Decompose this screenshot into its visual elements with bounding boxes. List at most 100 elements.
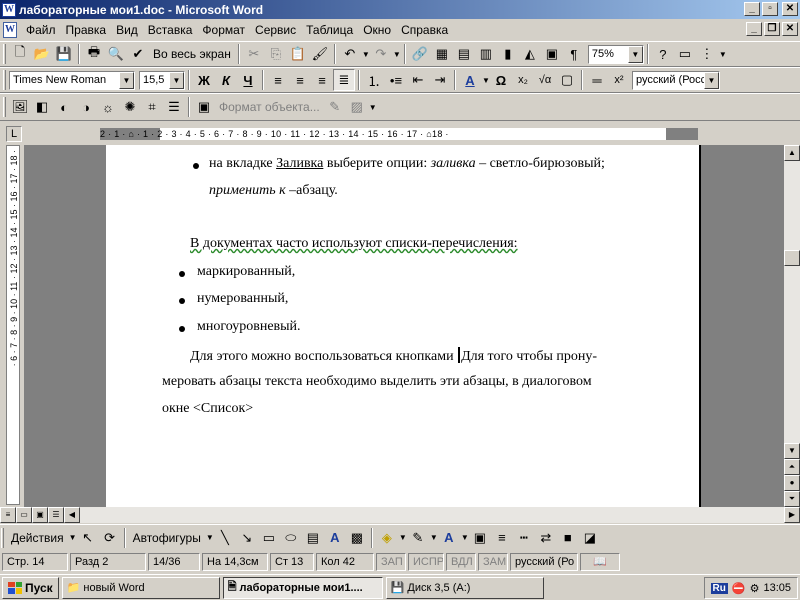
fullscreen-button[interactable]: Во весь экран bbox=[149, 47, 235, 61]
superscript-icon[interactable]: x² bbox=[608, 69, 630, 91]
actions-menu[interactable]: Действия bbox=[7, 531, 68, 545]
save-icon[interactable]: 💾 bbox=[53, 43, 75, 65]
doc-minimize-button[interactable]: _ bbox=[746, 22, 762, 36]
insert-table-icon[interactable]: ▤ bbox=[453, 43, 475, 65]
normal-view-button[interactable]: ≡ bbox=[0, 507, 16, 523]
menu-help[interactable]: Справка bbox=[396, 23, 453, 37]
line-icon[interactable]: ╲ bbox=[214, 527, 236, 549]
open-folder-icon[interactable]: 📂 bbox=[31, 43, 53, 65]
line-style-icon[interactable]: ≡ bbox=[491, 527, 513, 549]
outline-view-button[interactable]: ☰ bbox=[48, 507, 64, 523]
align-left-icon[interactable]: ≡ bbox=[267, 69, 289, 91]
print-icon[interactable]: 🖶 bbox=[83, 43, 105, 65]
tab-selector[interactable]: L bbox=[6, 126, 22, 142]
underline-button[interactable]: Ч bbox=[237, 69, 259, 91]
vertical-scrollbar[interactable]: ▲ ▼ ⏶ ● ⏷ bbox=[784, 145, 800, 507]
close-button[interactable]: ✕ bbox=[782, 2, 798, 16]
menu-file[interactable]: Файл bbox=[21, 23, 61, 37]
copy-icon[interactable]: ⎘ bbox=[265, 43, 287, 65]
autoshapes-menu[interactable]: Автофигуры bbox=[129, 531, 205, 545]
subscript-icon[interactable]: x₂ bbox=[512, 69, 534, 91]
shadow-icon[interactable]: ▣ bbox=[469, 527, 491, 549]
horizontal-line-icon[interactable]: ═ bbox=[586, 69, 608, 91]
zoom-select[interactable]: 75% ▼ bbox=[587, 44, 644, 64]
task-lab-document[interactable]: 🗎 лабораторные мои1.... bbox=[222, 576, 383, 599]
document-page[interactable]: на вкладке Заливка выберите опции: залив… bbox=[106, 145, 701, 507]
wordart-icon[interactable]: A bbox=[324, 527, 346, 549]
status-language[interactable]: русский (Ро bbox=[510, 552, 578, 571]
spelling-icon[interactable]: ✔ bbox=[127, 43, 149, 65]
arrow-style-icon[interactable]: ⇄ bbox=[535, 527, 557, 549]
bullets-icon[interactable]: •≡ bbox=[385, 69, 407, 91]
line-style-icon[interactable]: ☰ bbox=[163, 96, 185, 118]
drawing-icon[interactable]: ◭ bbox=[519, 43, 541, 65]
start-button[interactable]: Пуск bbox=[2, 576, 59, 599]
document-map-icon[interactable]: ▣ bbox=[541, 43, 563, 65]
font-name-select[interactable]: Times New Roman ▼ bbox=[9, 70, 135, 90]
horizontal-ruler[interactable]: 2 · 1 · ⌂ · 1 · 2 · 3 · 4 · 5 · 6 · 7 · … bbox=[100, 128, 698, 140]
scroll-up-button[interactable]: ▲ bbox=[784, 145, 800, 161]
shadow-style-icon[interactable]: ■ bbox=[557, 527, 579, 549]
line-color-icon[interactable]: ✎ bbox=[407, 527, 429, 549]
next-page-button[interactable]: ⏷ bbox=[784, 491, 800, 507]
insert-picture-icon[interactable]: 🖼 bbox=[9, 96, 31, 118]
tray-app-icon[interactable]: ⚙ bbox=[750, 582, 760, 595]
doc-restore-button[interactable]: ❐ bbox=[764, 22, 780, 36]
numbering-icon[interactable]: ⒈ bbox=[363, 69, 385, 91]
language-select[interactable]: русский (Росс ▼ bbox=[632, 70, 720, 90]
task-new-word[interactable]: 📁 новый Word bbox=[61, 576, 220, 599]
arrow-icon[interactable]: ↘ bbox=[236, 527, 258, 549]
bold-button[interactable]: Ж bbox=[193, 69, 215, 91]
tray-app-icon[interactable]: ⛔ bbox=[732, 582, 746, 595]
align-right-icon[interactable]: ≡ bbox=[311, 69, 333, 91]
paste-icon[interactable]: 📋 bbox=[287, 43, 309, 65]
help-icon[interactable]: ? bbox=[652, 43, 674, 65]
more-brightness-icon[interactable]: ☼ bbox=[97, 96, 119, 118]
increase-indent-icon[interactable]: ⇥ bbox=[429, 69, 451, 91]
align-center-icon[interactable]: ≡ bbox=[289, 69, 311, 91]
rectangle-icon[interactable]: ▭ bbox=[258, 527, 280, 549]
doc-close-button[interactable]: ✕ bbox=[782, 22, 798, 36]
redo-icon[interactable]: ↷ bbox=[370, 43, 392, 65]
font-size-select[interactable]: 15,5 ▼ bbox=[139, 70, 185, 90]
less-contrast-icon[interactable]: ◑ bbox=[75, 96, 97, 118]
print-preview-icon[interactable]: 🔍 bbox=[105, 43, 127, 65]
decrease-indent-icon[interactable]: ⇤ bbox=[407, 69, 429, 91]
italic-button[interactable]: К bbox=[215, 69, 237, 91]
web-view-button[interactable]: ▭ bbox=[16, 507, 32, 523]
menu-format[interactable]: Формат bbox=[197, 23, 250, 37]
menu-edit[interactable]: Правка bbox=[61, 23, 112, 37]
status-rec[interactable]: ЗАП bbox=[376, 552, 406, 571]
document-icon[interactable]: W bbox=[3, 22, 17, 38]
vertical-ruler[interactable]: · 6 · 7 · 8 · 9 · 10 · 11 · 12 · 13 · 14… bbox=[6, 145, 20, 505]
previous-page-button[interactable]: ⏶ bbox=[784, 459, 800, 475]
undo-icon[interactable]: ↶ bbox=[339, 43, 361, 65]
free-rotate-icon[interactable]: ⟳ bbox=[99, 527, 121, 549]
word-icon[interactable]: W bbox=[2, 2, 16, 17]
format-object-button[interactable]: Формат объекта... bbox=[215, 100, 324, 114]
scroll-thumb[interactable] bbox=[784, 250, 800, 266]
menu-window[interactable]: Окно bbox=[358, 23, 396, 37]
fill-color-icon[interactable]: ◈ bbox=[376, 527, 398, 549]
status-trk[interactable]: ИСПР bbox=[408, 552, 444, 571]
status-ovr[interactable]: ЗАМ bbox=[478, 552, 508, 571]
justify-icon[interactable]: ≣ bbox=[333, 69, 355, 91]
show-formatting-icon[interactable]: ¶ bbox=[563, 43, 585, 65]
horizontal-scrollbar[interactable]: ≡ ▭ ▣ ☰ ◀ ▶ bbox=[0, 507, 800, 523]
task-floppy-drive[interactable]: 💾 Диск 3,5 (A:) bbox=[385, 576, 544, 599]
3d-style-icon[interactable]: ◪ bbox=[579, 527, 601, 549]
insert-excel-icon[interactable]: ▥ bbox=[475, 43, 497, 65]
text-box-icon[interactable]: ▤ bbox=[302, 527, 324, 549]
status-ext[interactable]: ВДЛ bbox=[446, 552, 476, 571]
symbol-icon[interactable]: Ω bbox=[490, 69, 512, 91]
new-document-icon[interactable]: 🗋 bbox=[9, 43, 31, 65]
font-color-icon[interactable]: A bbox=[459, 69, 481, 91]
menu-insert[interactable]: Вставка bbox=[143, 23, 198, 37]
spelling-status-icon[interactable]: 📖 bbox=[580, 552, 620, 571]
borders-icon[interactable]: ▢ bbox=[556, 69, 578, 91]
browse-object-button[interactable]: ● bbox=[784, 475, 800, 491]
columns-icon[interactable]: ▮ bbox=[497, 43, 519, 65]
oval-icon[interactable]: ⬭ bbox=[280, 527, 302, 549]
menu-view[interactable]: Вид bbox=[111, 23, 143, 37]
read-icon[interactable]: ▭ bbox=[674, 43, 696, 65]
